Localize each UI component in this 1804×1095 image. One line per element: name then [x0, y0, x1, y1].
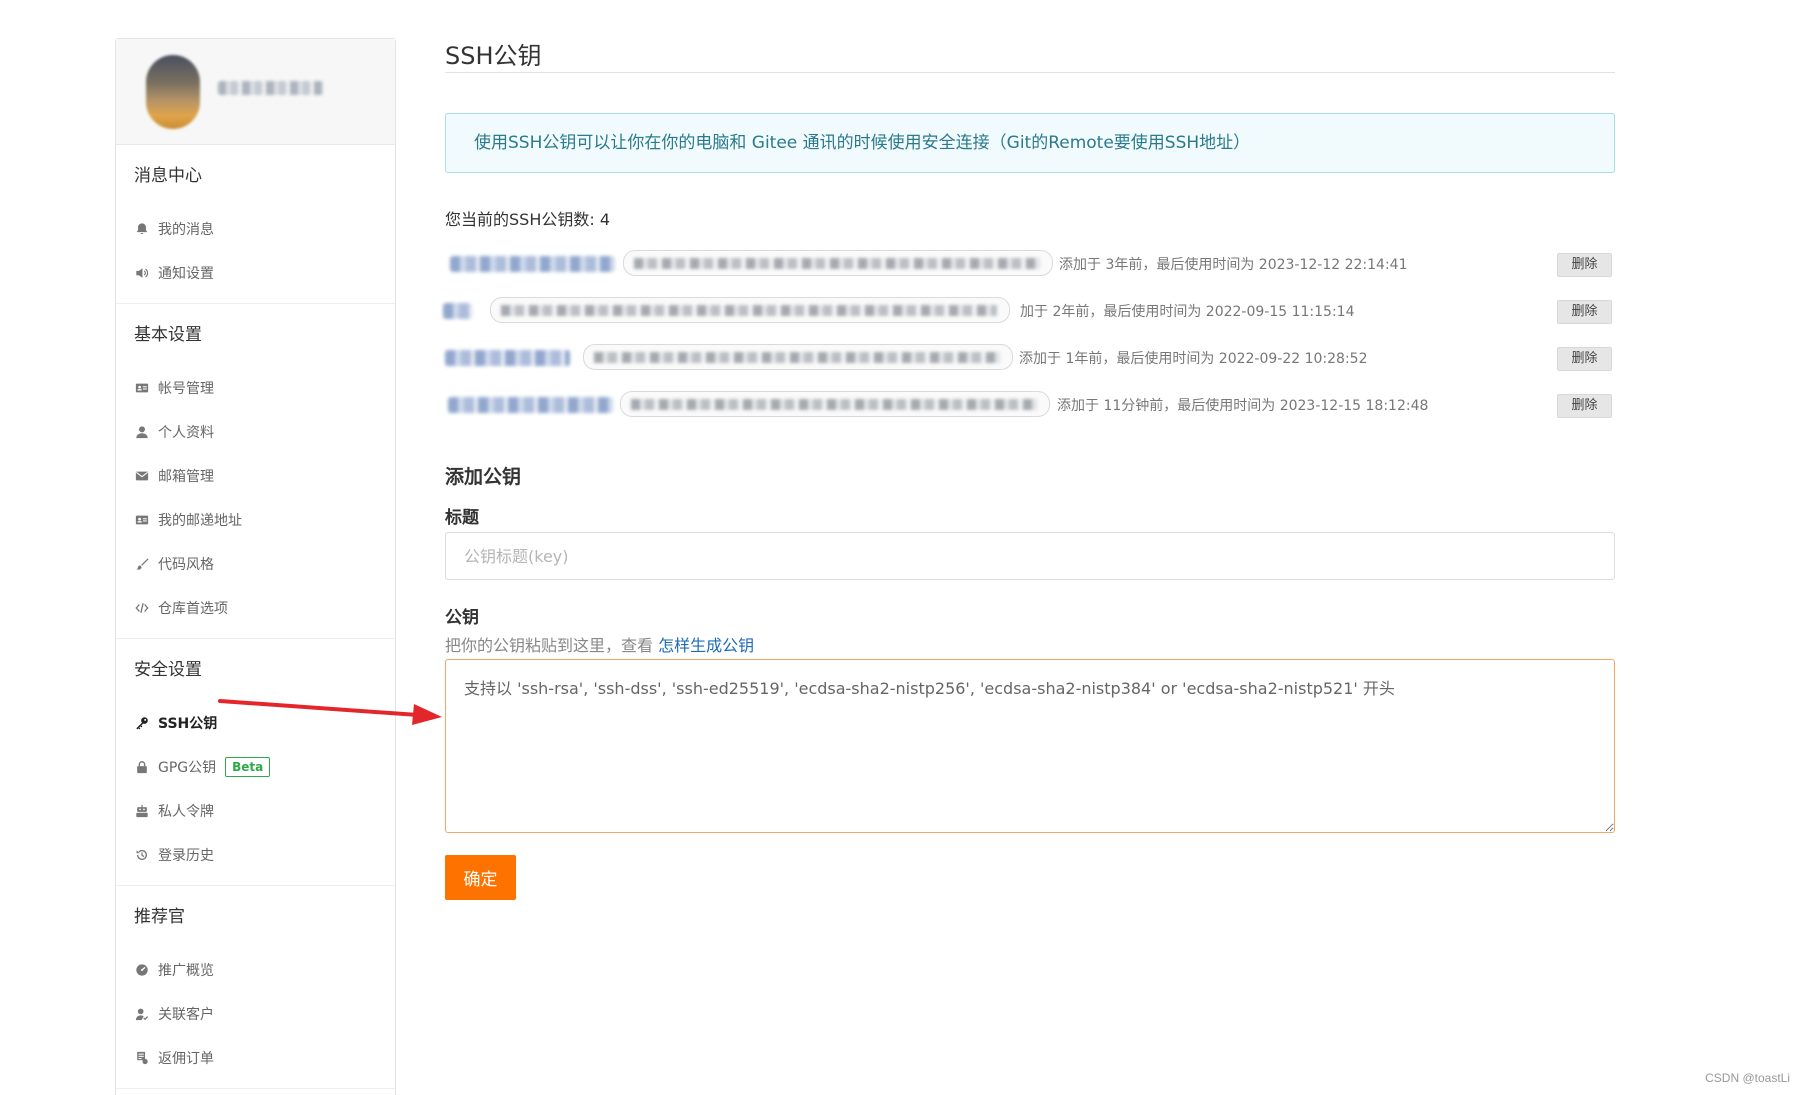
envelope-icon	[134, 469, 150, 483]
id-card-icon	[134, 381, 150, 395]
sidebar-item-login-history[interactable]: 登录历史	[116, 833, 395, 877]
key-icon	[134, 716, 150, 730]
ssh-key-list: 添加于 3年前，最后使用时间为 2023-12-12 22:14:41 删除 加…	[443, 244, 1615, 432]
ssh-key-row: 添加于 1年前，最后使用时间为 2022-09-22 10:28:52 删除	[445, 338, 1615, 385]
annotation-arrow	[218, 699, 442, 725]
key-title-blurred	[450, 256, 615, 272]
sidebar-item-private-tokens[interactable]: 私人令牌	[116, 789, 395, 833]
sidebar-item-label: 登录历史	[158, 848, 214, 864]
title-divider	[445, 72, 1615, 73]
sidebar-item-label: 仓库首选项	[158, 601, 228, 617]
profile-header	[116, 39, 395, 145]
sidebar-item-label: 我的消息	[158, 222, 214, 238]
sidebar-item-label: 邮箱管理	[158, 469, 214, 485]
avatar[interactable]	[146, 55, 200, 129]
sidebar-item-my-messages[interactable]: 我的消息	[116, 207, 395, 251]
delete-key-button[interactable]: 删除	[1557, 347, 1612, 371]
sidebar-item-label: 代码风格	[158, 557, 214, 573]
nav-group-title: 安全设置	[134, 660, 202, 680]
bell-icon	[134, 222, 150, 236]
address-card-icon	[134, 513, 150, 527]
ssh-key-row: 添加于 11分钟前，最后使用时间为 2023-12-15 18:12:48 删除	[445, 385, 1615, 432]
robot-icon	[134, 804, 150, 818]
sidebar-item-label: SSH公钥	[158, 716, 218, 732]
user-icon	[134, 425, 150, 439]
sidebar-item-address[interactable]: 我的邮递地址	[116, 498, 395, 542]
sidebar-item-label: 通知设置	[158, 266, 214, 282]
submit-button[interactable]: 确定	[445, 855, 516, 900]
nav-group-referral: 推荐官 推广概览 关联客户 返佣订单	[116, 886, 395, 1089]
key-hint: 把你的公钥粘贴到这里，查看 怎样生成公钥	[445, 632, 754, 656]
sidebar-item-linked-customers[interactable]: 关联客户	[116, 992, 395, 1036]
key-meta: 添加于 11分钟前，最后使用时间为 2023-12-15 18:12:48	[1057, 398, 1429, 414]
nav-group-title: 基本设置	[134, 325, 202, 345]
sidebar-item-label: 返佣订单	[158, 1051, 214, 1067]
key-title-input[interactable]	[445, 532, 1615, 580]
sidebar-item-label: 推广概览	[158, 963, 214, 979]
code-icon	[134, 601, 150, 615]
delete-key-button[interactable]: 删除	[1557, 300, 1612, 324]
watermark: CSDN @toastLi	[1705, 1071, 1790, 1085]
key-fingerprint-blurred	[490, 297, 1010, 323]
brush-icon	[134, 557, 150, 571]
add-key-heading: 添加公钥	[445, 466, 522, 488]
receipt-icon	[134, 1051, 150, 1065]
ssh-key-row: 加于 2年前，最后使用时间为 2022-09-15 11:15:14 删除	[443, 291, 1615, 338]
key-hint-text: 把你的公钥粘贴到这里，查看	[445, 636, 659, 655]
beta-badge: Beta	[225, 757, 271, 777]
sidebar-item-label: 私人令牌	[158, 804, 214, 820]
lock-icon	[134, 760, 150, 774]
how-to-generate-key-link[interactable]: 怎样生成公钥	[658, 636, 754, 655]
sidebar-item-label: 帐号管理	[158, 381, 214, 397]
key-title-blurred	[443, 303, 473, 319]
sidebar-item-notification-settings[interactable]: 通知设置	[116, 251, 395, 295]
page-title: SSH公钥	[445, 42, 542, 70]
key-fingerprint-blurred	[583, 344, 1013, 370]
sidebar-item-gpg-keys[interactable]: GPG公钥 Beta	[116, 745, 395, 789]
delete-key-button[interactable]: 删除	[1557, 253, 1612, 277]
sidebar-item-commission-orders[interactable]: 返佣订单	[116, 1036, 395, 1080]
info-notice: 使用SSH公钥可以让你在你的电脑和 Gitee 通讯的时候使用安全连接（Git的…	[445, 113, 1615, 173]
key-fingerprint-blurred	[623, 250, 1053, 276]
sidebar-item-repo-preferences[interactable]: 仓库首选项	[116, 586, 395, 630]
title-field-label: 标题	[445, 508, 479, 528]
delete-key-button[interactable]: 删除	[1557, 394, 1612, 418]
key-title-blurred	[448, 397, 613, 413]
sidebar-item-label: 关联客户	[158, 1007, 214, 1023]
sidebar-item-account[interactable]: 帐号管理	[116, 366, 395, 410]
username-blurred[interactable]	[218, 81, 323, 95]
sidebar-item-promotion-overview[interactable]: 推广概览	[116, 948, 395, 992]
ssh-key-count: 您当前的SSH公钥数: 4	[445, 210, 611, 229]
key-title-blurred	[445, 350, 570, 366]
ssh-key-row: 添加于 3年前，最后使用时间为 2023-12-12 22:14:41 删除	[445, 244, 1615, 291]
dashboard-icon	[134, 963, 150, 977]
nav-group-messages: 消息中心 我的消息 通知设置	[116, 145, 395, 304]
nav-group-title: 消息中心	[134, 166, 202, 186]
user-link-icon	[134, 1007, 150, 1021]
sidebar-item-code-style[interactable]: 代码风格	[116, 542, 395, 586]
nav-group-basic: 基本设置 帐号管理 个人资料 邮箱管理 我的邮递地址 代码风格 仓库首选项	[116, 304, 395, 639]
key-field-label: 公钥	[445, 608, 479, 628]
settings-sidebar: 消息中心 我的消息 通知设置 基本设置 帐号管理 个人资料 邮箱管理 我的邮递地…	[115, 38, 396, 1095]
speaker-icon	[134, 266, 150, 280]
sidebar-item-label: GPG公钥	[158, 760, 217, 776]
key-meta: 加于 2年前，最后使用时间为 2022-09-15 11:15:14	[1020, 304, 1355, 320]
sidebar-item-profile[interactable]: 个人资料	[116, 410, 395, 454]
key-meta: 添加于 3年前，最后使用时间为 2023-12-12 22:14:41	[1059, 257, 1408, 273]
nav-group-security: 安全设置 SSH公钥 GPG公钥 Beta 私人令牌 登录历史	[116, 639, 395, 886]
sidebar-item-email[interactable]: 邮箱管理	[116, 454, 395, 498]
history-icon	[134, 848, 150, 862]
sidebar-item-label: 我的邮递地址	[158, 513, 242, 529]
key-fingerprint-blurred	[620, 391, 1050, 417]
public-key-textarea[interactable]	[445, 659, 1615, 833]
sidebar-item-label: 个人资料	[158, 425, 214, 441]
nav-group-title: 推荐官	[134, 907, 185, 927]
key-meta: 添加于 1年前，最后使用时间为 2022-09-22 10:28:52	[1019, 351, 1368, 367]
